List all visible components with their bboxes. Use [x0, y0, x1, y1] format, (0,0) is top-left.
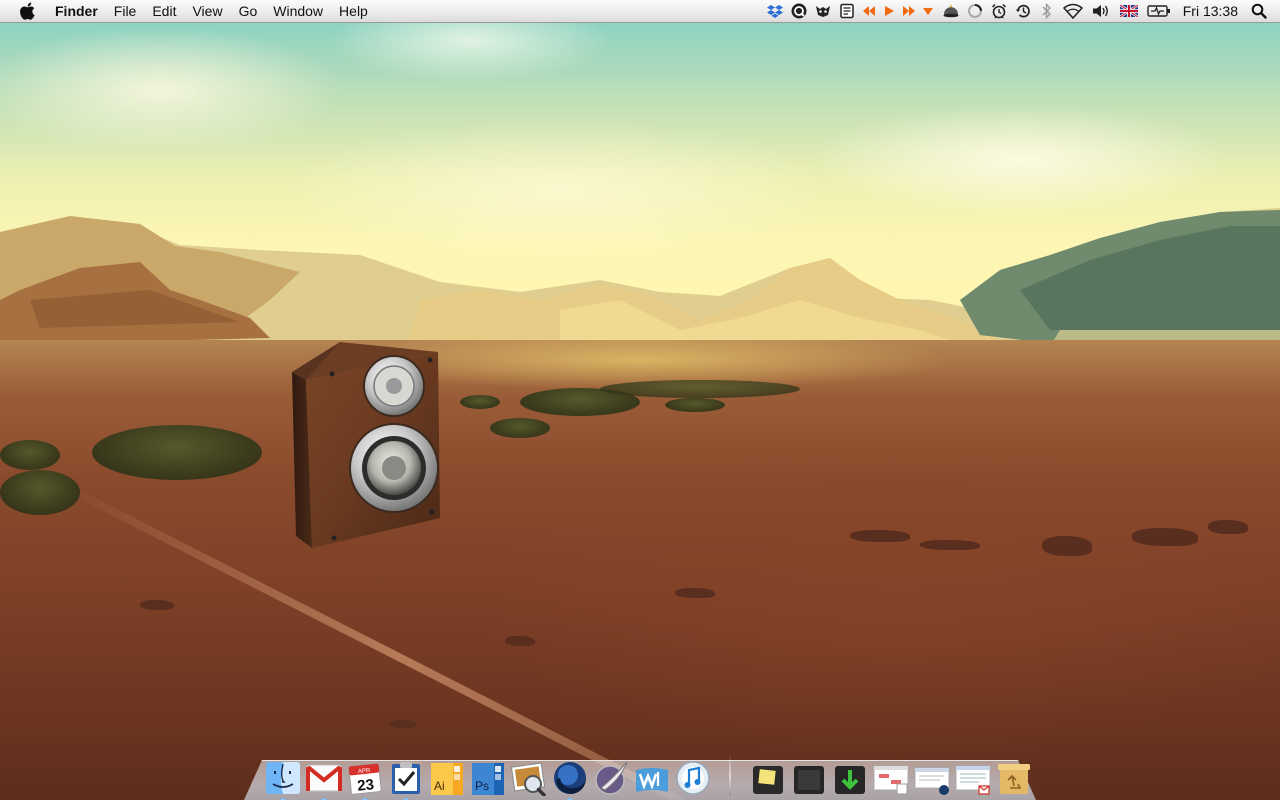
- wallpaper-rock: [1042, 536, 1092, 556]
- gmail-icon[interactable]: [304, 756, 344, 800]
- photoshop-icon[interactable]: Ps: [468, 756, 508, 796]
- wallpaper-rock: [1208, 520, 1248, 534]
- calendar-window-icon[interactable]: [871, 756, 911, 796]
- wallpaper-shrub: [490, 418, 550, 438]
- trash-icon[interactable]: [994, 756, 1034, 796]
- wallpaper-desert-ground: [0, 340, 1280, 800]
- dock-separator: [729, 756, 731, 796]
- eject-icon[interactable]: [942, 2, 960, 20]
- menu-file[interactable]: File: [106, 0, 145, 22]
- spinner-icon[interactable]: [966, 2, 984, 20]
- calendar-icon-day: 23: [356, 776, 374, 795]
- menu-app-finder[interactable]: Finder: [47, 0, 106, 22]
- menu-bar-extras: Fri 13:38: [763, 0, 1280, 22]
- wallpaper-shrub: [665, 398, 725, 412]
- wallpaper-rock: [1132, 528, 1198, 546]
- desktop[interactable]: [0, 0, 1280, 800]
- menu-go[interactable]: Go: [231, 0, 266, 22]
- media-previous-icon[interactable]: [860, 2, 878, 20]
- menu-bar: Finder File Edit View Go Window Help Fri…: [0, 0, 1280, 23]
- wallpaper-rock: [390, 720, 416, 728]
- preview-icon[interactable]: [509, 756, 549, 796]
- menu-window[interactable]: Window: [265, 0, 331, 22]
- quicksilver-icon[interactable]: [790, 2, 808, 20]
- itunes-icon[interactable]: [673, 756, 713, 796]
- menu-edit[interactable]: Edit: [144, 0, 184, 22]
- dropbox-icon[interactable]: [766, 2, 784, 20]
- bluetooth-icon[interactable]: [1038, 2, 1056, 20]
- wallpaper-rock: [920, 540, 980, 550]
- wallpaper-rock: [675, 588, 715, 598]
- finder-icon[interactable]: [263, 756, 303, 800]
- menu-help[interactable]: Help: [331, 0, 376, 22]
- wallpaper-speaker: [292, 342, 440, 548]
- wifi-icon[interactable]: [1062, 2, 1084, 20]
- illustrator-icon[interactable]: Ai: [427, 756, 467, 796]
- documents-stack-icon[interactable]: [789, 756, 829, 796]
- notes-icon[interactable]: [838, 2, 856, 20]
- tasks-icon[interactable]: [386, 756, 426, 800]
- media-next-icon[interactable]: [900, 2, 918, 20]
- calendar-icon[interactable]: APR 23: [345, 756, 385, 800]
- media-play-icon[interactable]: [880, 2, 898, 20]
- wallpaper-shrub: [0, 440, 60, 470]
- word-icon[interactable]: [632, 756, 672, 796]
- time-machine-icon[interactable]: [1014, 2, 1032, 20]
- growl-icon[interactable]: [814, 2, 832, 20]
- menu-bar-left: Finder File Edit View Go Window Help: [0, 0, 376, 22]
- illustrator-icon-label: Ai: [434, 779, 445, 793]
- wallpaper-shrub: [92, 425, 262, 480]
- downloads-stack-icon[interactable]: [830, 756, 870, 796]
- menu-view[interactable]: View: [184, 0, 230, 22]
- uk-flag-icon[interactable]: [1118, 2, 1140, 20]
- wallpaper-rock: [850, 530, 910, 542]
- dock: APR 23 Ai Ps: [262, 744, 1034, 800]
- battery-icon[interactable]: [1146, 2, 1172, 20]
- wallpaper-shrub: [460, 395, 500, 409]
- firefox-icon[interactable]: [550, 756, 590, 800]
- spotlight-search-icon[interactable]: [1250, 2, 1268, 20]
- apple-menu-icon[interactable]: [17, 0, 39, 22]
- wallpaper-rock: [140, 600, 174, 610]
- photoshop-icon-label: Ps: [475, 779, 489, 793]
- wallpaper-shrub: [0, 470, 80, 515]
- menu-bar-clock[interactable]: Fri 13:38: [1175, 0, 1248, 22]
- quill-icon[interactable]: [591, 756, 631, 796]
- gmail-window-icon[interactable]: [953, 756, 993, 796]
- wallpaper-shrub: [600, 380, 800, 398]
- mail-window-icon[interactable]: [912, 756, 952, 796]
- alarm-clock-icon[interactable]: [990, 2, 1008, 20]
- volume-icon[interactable]: [1090, 2, 1112, 20]
- notes-stack-icon[interactable]: [748, 756, 788, 796]
- wallpaper-rock: [505, 636, 535, 646]
- media-dropdown-icon[interactable]: [919, 2, 937, 20]
